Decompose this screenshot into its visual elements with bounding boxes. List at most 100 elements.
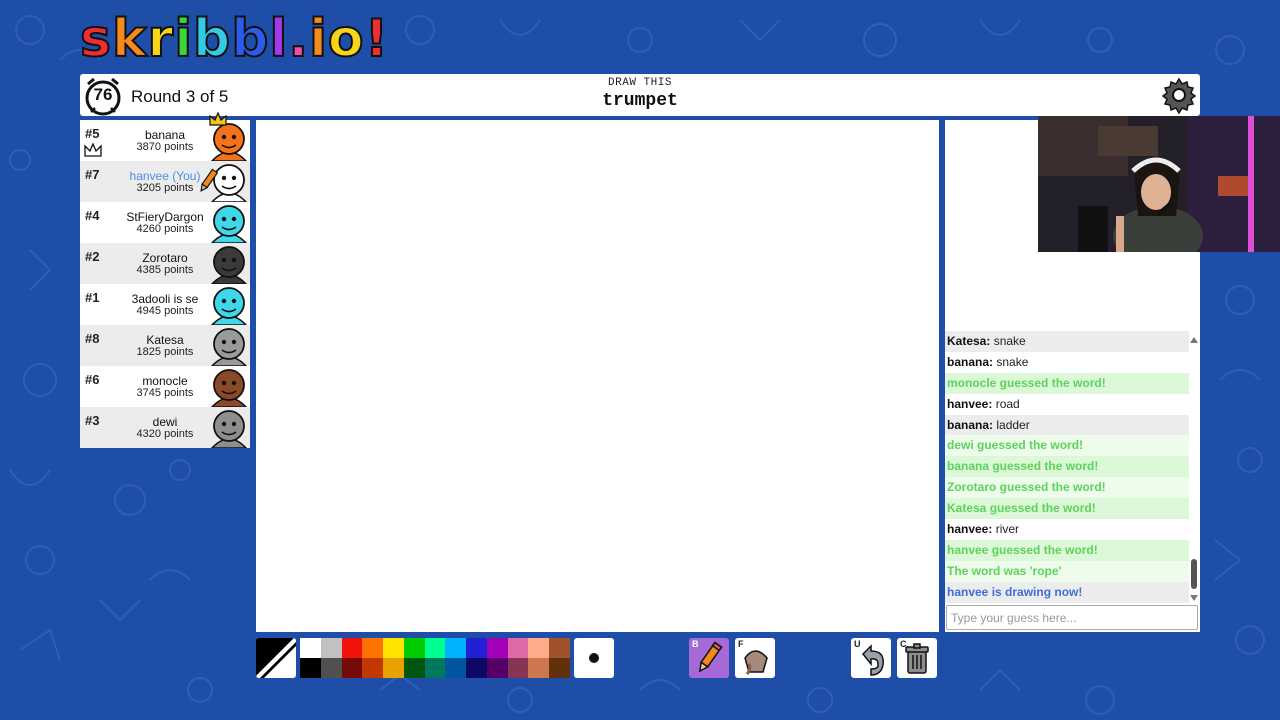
color-swatch[interactable] <box>424 658 446 678</box>
chat-text: Katesa guessed the word! <box>947 501 1096 516</box>
chat-text: snake <box>996 354 1029 369</box>
color-swatch[interactable] <box>486 638 508 658</box>
chat-log[interactable]: Katesa: snake banana: snake monocle guesse… <box>945 331 1189 603</box>
guess-input[interactable] <box>946 605 1198 630</box>
chat-text: ladder <box>996 417 1030 432</box>
logo-letter: k <box>111 9 148 69</box>
draw-this-label: DRAW THIS <box>608 77 672 89</box>
player-avatar-icon <box>210 328 248 366</box>
scroll-up-arrow-icon[interactable] <box>1190 337 1198 343</box>
color-swatch[interactable] <box>445 638 467 658</box>
color-swatch[interactable] <box>300 638 321 658</box>
color-swatch[interactable] <box>362 658 384 678</box>
chat-text: hanvee guessed the word! <box>947 542 1098 557</box>
settings-gear-icon[interactable] <box>1160 76 1198 115</box>
clear-canvas-button[interactable]: C <box>897 638 937 678</box>
chat-message: banana: snake <box>945 352 1189 373</box>
player-row[interactable]: #8 Katesa 1825 points <box>80 325 250 366</box>
color-swatch[interactable] <box>320 658 342 678</box>
player-avatar-icon <box>210 410 248 448</box>
player-name: Zorotaro <box>142 251 188 265</box>
logo-letter: o <box>327 9 365 69</box>
player-points: 4385 points <box>136 264 194 276</box>
logo-letter: b <box>192 9 232 69</box>
color-swatch[interactable] <box>403 658 425 678</box>
player-rank: #1 <box>85 290 100 305</box>
color-swatch[interactable] <box>341 658 363 678</box>
player-points: 4320 points <box>136 428 194 440</box>
player-name: Katesa <box>146 333 184 347</box>
player-points: 3205 points <box>136 182 194 194</box>
player-rank: #6 <box>85 372 100 387</box>
player-name: dewi <box>152 415 178 429</box>
undo-button[interactable]: U <box>851 638 891 678</box>
chat-message: banana guessed the word! <box>945 456 1189 478</box>
fill-tool-button[interactable]: F <box>735 638 775 678</box>
player-row[interactable]: #1 3adooli is se 4945 points <box>80 284 250 325</box>
chat-scrollbar[interactable] <box>1189 333 1199 603</box>
chat-message: hanvee: river <box>945 519 1189 540</box>
player-row[interactable]: #7 hanvee (You) 3205 points <box>80 161 250 202</box>
chat-username: hanvee: <box>947 522 993 537</box>
color-palette <box>300 638 570 678</box>
player-avatar-icon <box>210 123 248 161</box>
player-row[interactable]: #4 StFieryDargon 4260 points <box>80 202 250 243</box>
player-row[interactable]: #5 banana 3870 points <box>80 112 250 161</box>
color-swatch[interactable] <box>528 638 550 658</box>
chat-message: dewi guessed the word! <box>945 435 1189 457</box>
logo-letter: l <box>269 9 289 69</box>
chat-message: Zorotaro guessed the word! <box>945 477 1189 499</box>
color-swatch[interactable] <box>549 658 570 678</box>
player-row[interactable]: #3 dewi 4320 points <box>80 407 250 448</box>
color-swatch[interactable] <box>383 658 404 678</box>
scroll-thumb[interactable] <box>1191 559 1197 589</box>
player-name: StFieryDargon <box>126 210 204 224</box>
player-row[interactable]: #2 Zorotaro 4385 points <box>80 243 250 284</box>
skribbl-logo: skribbl.io! <box>79 9 389 69</box>
player-rank: #5 <box>85 126 100 141</box>
chat-message: Katesa: snake <box>945 331 1189 352</box>
player-points: 4945 points <box>136 305 194 317</box>
color-swatch[interactable] <box>466 638 487 658</box>
current-color-indicator <box>256 638 296 678</box>
logo-letter: i <box>173 9 194 69</box>
pen-shortcut-key: B <box>692 639 699 649</box>
player-points: 4260 points <box>136 223 194 235</box>
color-swatch[interactable] <box>507 638 529 658</box>
brush-size-selector[interactable] <box>574 638 614 678</box>
color-swatch[interactable] <box>300 658 321 678</box>
clear-shortcut-key: C <box>900 639 907 649</box>
color-swatch[interactable] <box>507 658 529 678</box>
color-swatch[interactable] <box>528 658 550 678</box>
scroll-down-arrow-icon[interactable] <box>1190 595 1198 601</box>
chat-text: road <box>995 396 1020 411</box>
word-to-draw: trumpet <box>602 91 678 111</box>
chat-username: banana: <box>947 354 994 369</box>
fill-shortcut-key: F <box>738 639 744 649</box>
drawing-pencil-icon <box>200 168 218 192</box>
drawing-canvas[interactable] <box>256 120 939 632</box>
player-row[interactable]: #6 monocle 3745 points <box>80 366 250 407</box>
winner-crown-icon <box>209 112 227 126</box>
color-swatch[interactable] <box>362 638 384 658</box>
color-swatch[interactable] <box>320 638 342 658</box>
player-points: 3745 points <box>136 387 194 399</box>
chat-text: snake <box>993 334 1026 348</box>
logo-letter: i <box>308 9 328 69</box>
top-bar: 76 Round 3 of 5 DRAW THIS trumpet <box>80 74 1200 116</box>
color-swatch[interactable] <box>424 638 446 658</box>
undo-shortcut-key: U <box>854 639 861 649</box>
color-swatch[interactable] <box>445 658 467 678</box>
logo-letter: . <box>287 9 310 69</box>
player-avatar-icon <box>210 205 248 243</box>
chat-message: banana: ladder <box>945 414 1189 436</box>
color-swatch[interactable] <box>549 638 570 658</box>
pen-tool-button[interactable]: B <box>689 638 729 678</box>
color-swatch[interactable] <box>341 638 363 658</box>
player-points: 1825 points <box>136 346 194 358</box>
color-swatch[interactable] <box>486 658 508 678</box>
color-swatch[interactable] <box>403 638 425 658</box>
color-swatch[interactable] <box>466 658 487 678</box>
logo-letter: s <box>79 9 112 69</box>
color-swatch[interactable] <box>383 638 404 658</box>
